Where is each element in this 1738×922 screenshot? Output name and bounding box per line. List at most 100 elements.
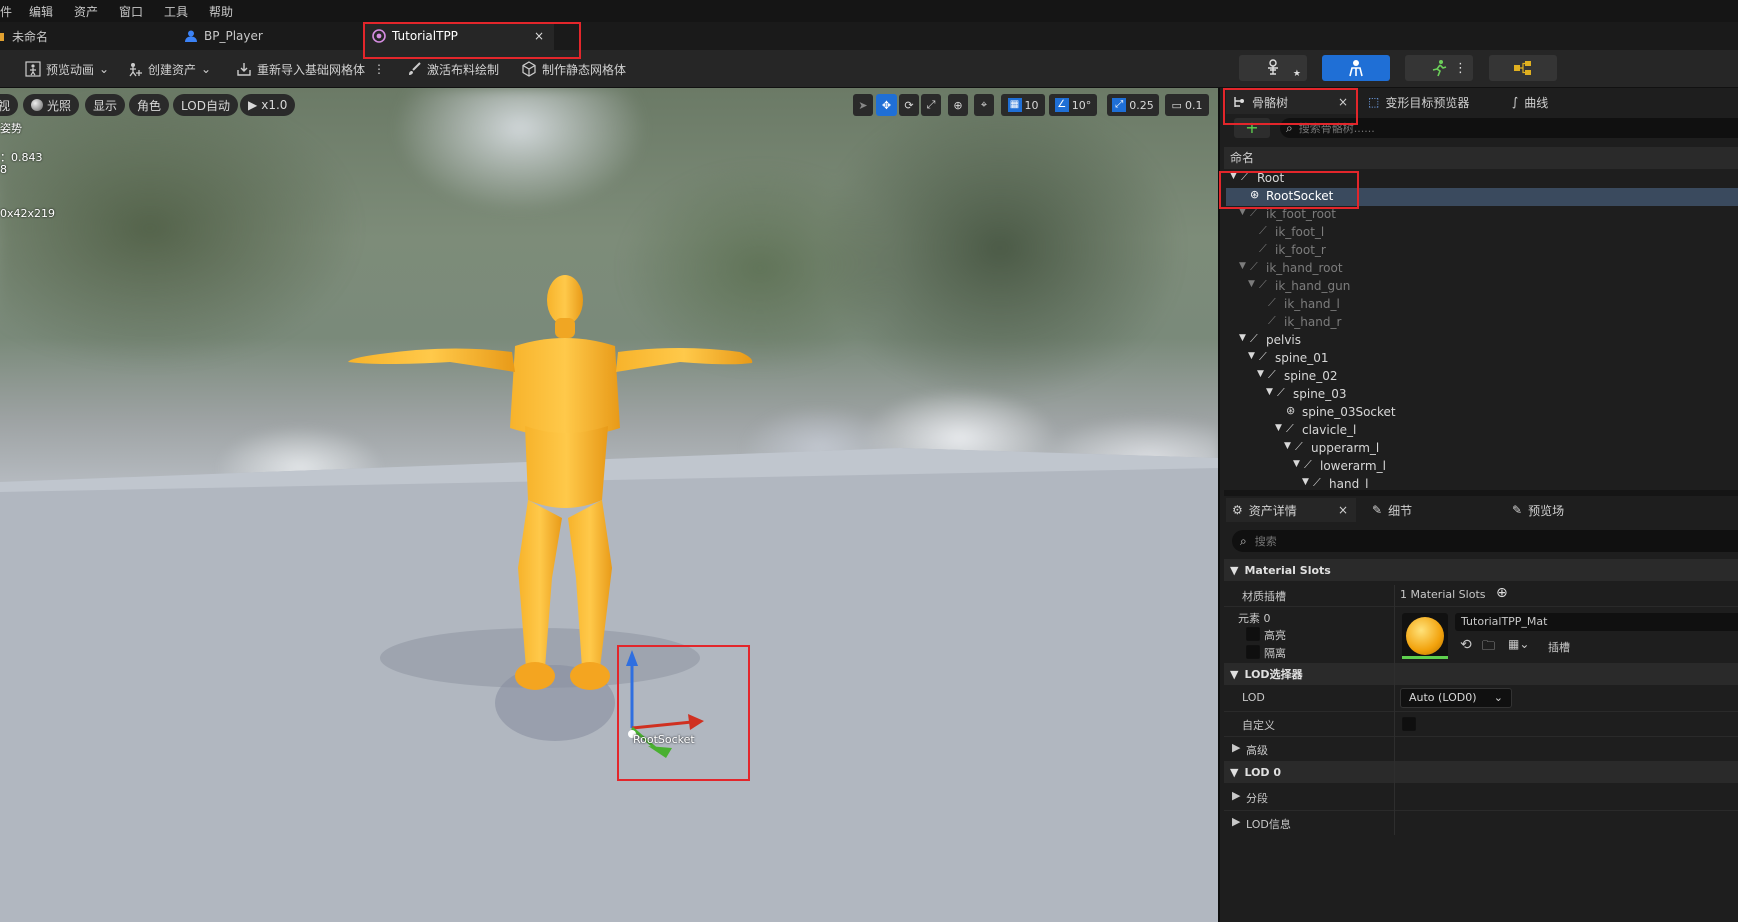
skeleton-search-input[interactable] — [1298, 121, 1679, 135]
angle-snap-button[interactable]: ∠ 10° — [1049, 94, 1097, 116]
expand-arrow-icon[interactable]: ▼ — [1266, 387, 1273, 397]
bone-icon: ⟋ — [1268, 296, 1276, 309]
bone-row[interactable]: ▼ ⟋ ik_hand_gun — [1226, 278, 1738, 296]
expand-arrow-icon[interactable]: ▼ — [1293, 459, 1300, 469]
column-header-name[interactable]: 命名 — [1224, 147, 1738, 169]
tab-bp-player[interactable]: BP_Player — [176, 22, 360, 50]
menu-tools[interactable]: 工具 — [164, 3, 188, 20]
advanced-row[interactable]: ▶ 高级 — [1224, 736, 1738, 760]
use-selected-icon[interactable]: ⟲ — [1460, 637, 1472, 653]
expand-arrow-icon[interactable]: ▼ — [1302, 477, 1309, 487]
blueprint-mode-button[interactable] — [1489, 55, 1557, 81]
bone-row[interactable]: ▼ ⟋ spine_03 — [1226, 386, 1738, 404]
animation-mode-button[interactable]: ⋮ — [1405, 55, 1473, 81]
more-icon[interactable]: ⋮ — [1454, 61, 1467, 76]
lod-dropdown[interactable]: Auto (LOD0) ⌄ — [1400, 688, 1512, 708]
expand-arrow-icon[interactable]: ▼ — [1248, 351, 1255, 361]
activate-cloth-paint-button[interactable]: 激活布料绘制 — [406, 50, 499, 88]
menu-file[interactable]: 件 — [0, 3, 12, 20]
details-search-input[interactable] — [1254, 534, 1655, 548]
menu-edit[interactable]: 编辑 — [29, 3, 53, 20]
bone-row[interactable]: ▼ ⟋ Root — [1226, 170, 1738, 188]
material-picker[interactable]: TutorialTPP_Mat — [1455, 613, 1738, 631]
bone-row[interactable]: ▼ ⟋ clavicle_l — [1226, 422, 1738, 440]
tab-details[interactable]: ✎ 细节 — [1372, 498, 1412, 522]
bone-row[interactable]: ⟋ ik_hand_l — [1226, 296, 1738, 314]
preview-animation-button[interactable]: 预览动画 ⌄ — [25, 50, 109, 88]
bone-row[interactable]: ▼ ⟋ upperarm_l — [1226, 440, 1738, 458]
material-slots-section[interactable]: ▼ Material Slots — [1224, 559, 1738, 581]
expand-arrow-icon[interactable]: ▼ — [1230, 171, 1237, 181]
toolbar-more-button[interactable]: ⋮ — [373, 50, 385, 88]
expand-arrow-icon[interactable]: ▼ — [1239, 207, 1246, 217]
tab-skeleton-tree[interactable]: 骨骼树 × — [1226, 90, 1356, 114]
scale-tool-button[interactable]: ⤢ — [921, 94, 941, 116]
highlight-checkbox[interactable] — [1246, 627, 1260, 641]
details-search-field[interactable]: ⌕ — [1232, 530, 1738, 552]
create-asset-button[interactable]: 创建资产 ⌄ — [127, 50, 211, 88]
mesh-mode-button[interactable] — [1322, 55, 1390, 81]
browse-icon[interactable]: 🗀 — [1482, 637, 1495, 659]
menu-window[interactable]: 窗口 — [119, 3, 143, 20]
expand-arrow-icon[interactable]: ▼ — [1239, 261, 1246, 271]
translate-tool-button[interactable]: ✥ — [876, 94, 897, 116]
reimport-base-mesh-button[interactable]: 重新导入基础网格体 — [236, 50, 365, 88]
bone-row[interactable]: ⟋ ik_foot_l — [1226, 224, 1738, 242]
expand-arrow-icon[interactable]: ▼ — [1239, 333, 1246, 343]
expand-arrow-icon[interactable]: ▼ — [1257, 369, 1264, 379]
skeleton-search-field[interactable]: ⌕ — [1280, 118, 1738, 138]
viewport[interactable]: 视 光照 显示 角色 LOD自动 ▶ x1.0 ➤ ✥ ⟳ ⤢ ⊕ ⌖ ▦ 10… — [0, 88, 1218, 922]
bone-row[interactable]: ▼ ⟋ lowerarm_l — [1226, 458, 1738, 476]
scale-snap-button[interactable]: ⤢ 0.25 — [1107, 94, 1159, 116]
lod0-section[interactable]: ▼ LOD 0 — [1224, 761, 1738, 783]
bone-row[interactable]: ▼ ⟋ pelvis — [1226, 332, 1738, 350]
bone-row[interactable]: ▼ ⟋ ik_hand_root — [1226, 260, 1738, 278]
world-local-button[interactable]: ⊕ — [948, 94, 968, 116]
expand-arrow-icon[interactable]: ▼ — [1275, 423, 1282, 433]
panel-splitter[interactable] — [1224, 490, 1738, 496]
expand-arrow-icon[interactable]: ▼ — [1248, 279, 1255, 289]
bone-row[interactable]: ▼ ⟋ hand_l — [1226, 476, 1738, 490]
socket-row[interactable]: ⊛ spine_03Socket — [1226, 404, 1738, 422]
socket-row[interactable]: ⊛ RootSocket — [1226, 188, 1738, 206]
reset-icon[interactable]: ▦⌄ — [1508, 637, 1529, 651]
sections-row[interactable]: ▶ 分段 — [1224, 785, 1738, 809]
menu-asset[interactable]: 资产 — [74, 3, 98, 20]
lod-info-row[interactable]: ▶ LOD信息 — [1224, 810, 1738, 834]
close-icon[interactable]: × — [1338, 95, 1348, 109]
bone-row[interactable]: ▼ ⟋ spine_01 — [1226, 350, 1738, 368]
surface-snap-button[interactable]: ⌖ — [974, 94, 994, 116]
bone-label: ik_foot_root — [1266, 207, 1336, 221]
tab-preview-scene[interactable]: ✎ 预览场 — [1512, 498, 1564, 522]
bone-row[interactable]: ⟋ ik_hand_r — [1226, 314, 1738, 332]
isolate-checkbox[interactable] — [1246, 645, 1260, 659]
close-icon[interactable]: × — [1338, 503, 1348, 517]
tab-curves[interactable]: ∫ 曲线 — [1512, 90, 1548, 114]
camera-speed-button[interactable]: ▭ 0.1 — [1165, 94, 1209, 116]
lighting-button[interactable]: 光照 — [23, 94, 80, 116]
tab-tutorial-tpp[interactable]: TutorialTPP × — [364, 22, 554, 50]
lod-button[interactable]: LOD自动 — [173, 94, 238, 116]
tab-morph-target-previewer[interactable]: ⬚ 变形目标预览器 — [1368, 90, 1469, 114]
make-static-mesh-button[interactable]: 制作静态网格体 — [521, 50, 626, 88]
bone-row[interactable]: ⟋ ik_foot_r — [1226, 242, 1738, 260]
custom-checkbox[interactable] — [1402, 717, 1416, 731]
play-speed-button[interactable]: ▶ x1.0 — [240, 94, 296, 116]
select-tool-button[interactable]: ➤ — [853, 94, 873, 116]
close-icon[interactable]: × — [534, 29, 544, 43]
skeleton-mode-button[interactable]: ★ — [1239, 55, 1307, 81]
bone-row[interactable]: ▼ ⟋ spine_02 — [1226, 368, 1738, 386]
material-thumbnail[interactable] — [1402, 613, 1448, 659]
add-circle-icon[interactable]: ⊕ — [1496, 585, 1508, 601]
menu-help[interactable]: 帮助 — [209, 3, 233, 20]
expand-arrow-icon[interactable]: ▼ — [1284, 441, 1291, 451]
tab-untitled[interactable]: 未命名 — [0, 22, 172, 50]
tab-asset-details[interactable]: ⚙ 资产详情 × — [1226, 498, 1356, 522]
rotate-tool-button[interactable]: ⟳ — [899, 94, 919, 116]
show-button[interactable]: 显示 — [85, 94, 126, 116]
grid-snap-button[interactable]: ▦ 10 — [1001, 94, 1045, 116]
bone-row[interactable]: ▼ ⟋ ik_foot_root — [1226, 206, 1738, 224]
lod-selector-section[interactable]: ▼ LOD选择器 — [1224, 663, 1738, 685]
add-socket-button[interactable]: + — [1234, 118, 1270, 138]
character-button[interactable]: 角色 — [129, 94, 170, 116]
